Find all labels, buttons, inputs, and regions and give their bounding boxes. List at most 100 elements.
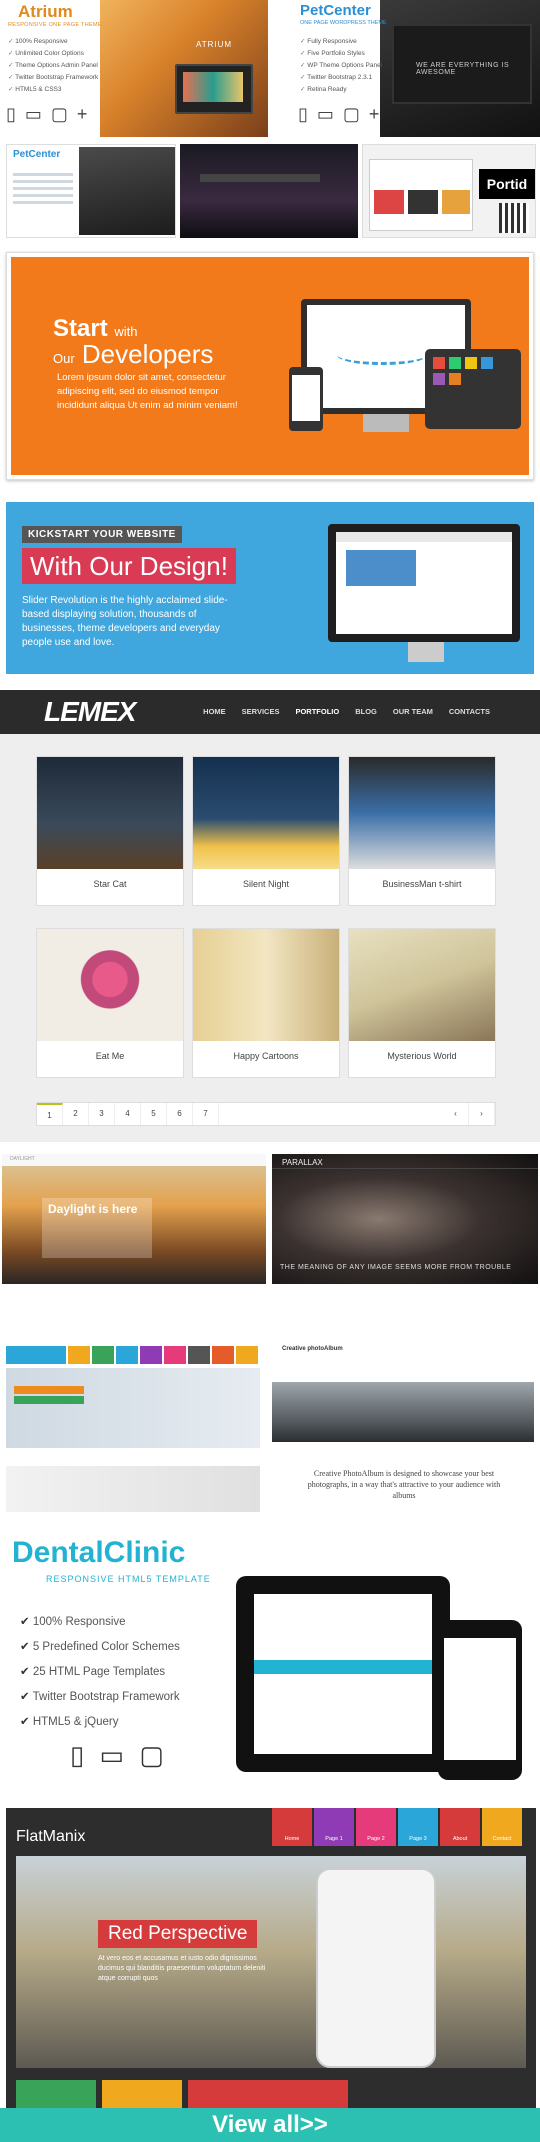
dental-subtitle: RESPONSIVE HTML5 TEMPLATE: [46, 1574, 211, 1584]
page-5[interactable]: 5: [141, 1103, 167, 1125]
page-7[interactable]: 7: [193, 1103, 219, 1125]
daylight-theme-card[interactable]: DAYLIGHT Daylight is here: [2, 1154, 266, 1284]
nav-item-portfolio[interactable]: PORTFOLIO: [295, 707, 339, 716]
portid-theme-card[interactable]: Portid: [362, 144, 536, 238]
portfolio-caption: BusinessMan t-shirt: [382, 879, 462, 889]
fashion-theme-card[interactable]: [6, 1334, 260, 1516]
menu-tile-home[interactable]: Home: [272, 1808, 312, 1846]
nav-item-services[interactable]: SERVICES: [242, 707, 280, 716]
fashion-hero-shoe: [6, 1368, 260, 1448]
portfolio-tile[interactable]: BusinessMan t-shirt: [348, 756, 496, 906]
lemex-portfolio-preview: LEMEX HOME SERVICES PORTFOLIO BLOG OUR T…: [0, 690, 540, 1142]
flatmanix-text: At vero eos et accusamus et iusto odio d…: [98, 1955, 266, 1982]
kickstart-text: Slider Revolution is the highly acclaime…: [22, 595, 228, 648]
businessman-image: [349, 757, 495, 869]
portid-logo: Portid: [479, 169, 535, 199]
menu-tile-contact[interactable]: Contact: [482, 1808, 522, 1846]
silent-night-image: [193, 757, 339, 869]
monitor-icon: [175, 64, 253, 114]
feature-item: 25 HTML Page Templates: [20, 1660, 180, 1685]
dental-title: DentalClinic: [12, 1536, 186, 1569]
lemex-nav: HOME SERVICES PORTFOLIO BLOG OUR TEAM CO…: [203, 707, 490, 716]
photoalbum-theme-card[interactable]: Creative photoAlbum Creative PhotoAlbum …: [272, 1334, 534, 1516]
dentalclinic-theme-card[interactable]: DentalClinic RESPONSIVE HTML5 TEMPLATE 1…: [0, 1530, 540, 1800]
portfolio-tile[interactable]: Eat Me: [36, 928, 184, 1078]
parallax-text: THE MEANING OF ANY IMAGE SEEMS MORE FROM…: [280, 1264, 512, 1271]
heading-start: Start: [53, 315, 108, 342]
photoalbum-wave-image: [272, 1382, 534, 1442]
placeholder-lines: [13, 169, 73, 208]
eat-me-image: [37, 929, 183, 1041]
portfolio-tile[interactable]: Happy Cartoons: [192, 928, 340, 1078]
portid-preview: [369, 159, 473, 231]
banner-heading-line2: Our Developers: [53, 339, 213, 370]
petcenter-small-title: PetCenter: [13, 149, 61, 160]
nav-item-our-team[interactable]: OUR TEAM: [393, 707, 433, 716]
nav-item-home[interactable]: HOME: [203, 707, 226, 716]
atrium-theme-card[interactable]: Atrium RESPONSIVE ONE PAGE THEME 100% Re…: [0, 0, 268, 137]
monitor-stand: [408, 642, 444, 662]
menu-tile-about[interactable]: About: [440, 1808, 480, 1846]
dental-feature-list: 100% Responsive 5 Predefined Color Schem…: [20, 1610, 180, 1735]
page-1[interactable]: 1: [37, 1103, 63, 1125]
portfolio-caption: Star Cat: [93, 879, 127, 889]
menu-tile-page3[interactable]: Page 3: [398, 1808, 438, 1846]
device-icons: ▯ ▭ ▢: [70, 1740, 168, 1770]
prev-page-icon[interactable]: ‹: [443, 1103, 469, 1125]
petcenter-screen-text: WE ARE EVERYTHING IS AWESOME: [416, 62, 510, 76]
tablet-mockup: [425, 349, 521, 429]
feature-item: Theme Options Admin Panel: [8, 60, 98, 72]
page-6[interactable]: 6: [167, 1103, 193, 1125]
kickstart-banner[interactable]: KICKSTART YOUR WEBSITE With Our Design! …: [6, 502, 534, 674]
portfolio-caption: Eat Me: [95, 1051, 125, 1061]
phone-mockup: [438, 1620, 522, 1780]
nav-item-blog[interactable]: BLOG: [355, 707, 377, 716]
portfolio-tile[interactable]: Mysterious World: [348, 928, 496, 1078]
photoalbum-text: Creative PhotoAlbum is designed to showc…: [307, 1469, 501, 1500]
page-2[interactable]: 2: [63, 1103, 89, 1125]
petcenter-subtitle: ONE PAGE WORDPRESS THEME: [300, 20, 387, 26]
heading-our: Our: [53, 351, 75, 366]
flatmanix-theme-card[interactable]: FlatManix Home Page 1 Page 2 Page 3 Abou…: [6, 1808, 536, 2108]
next-page-icon[interactable]: ›: [469, 1103, 495, 1125]
start-with-developers-banner[interactable]: Start with Our Developers Lorem ipsum do…: [6, 252, 534, 480]
feature-item: Twitter Bootstrap Framework: [8, 72, 98, 84]
page-3[interactable]: 3: [89, 1103, 115, 1125]
feature-item: HTML5 & CSS3: [8, 84, 98, 96]
menu-tile-page1[interactable]: Page 1: [314, 1808, 354, 1846]
daylight-topbar: [2, 1154, 266, 1166]
portfolio-caption: Mysterious World: [387, 1051, 457, 1061]
page-4[interactable]: 4: [115, 1103, 141, 1125]
feature-item: Twitter Bootstrap Framework: [20, 1685, 180, 1710]
feature-item: 5 Predefined Color Schemes: [20, 1635, 180, 1660]
portfolio-caption: Silent Night: [242, 879, 290, 889]
dark-theme-card[interactable]: [180, 144, 358, 238]
nav-item-contacts[interactable]: CONTACTS: [449, 707, 490, 716]
feature-item: 100% Responsive: [20, 1610, 180, 1635]
lemex-logo[interactable]: LEMEX: [44, 696, 136, 728]
feature-item: HTML5 & jQuery: [20, 1710, 180, 1735]
menu-tile-page2[interactable]: Page 2: [356, 1808, 396, 1846]
feature-item: Fully Responsive: [300, 36, 382, 48]
portfolio-tile[interactable]: Star Cat: [36, 756, 184, 906]
petcenter-title: PetCenter: [300, 2, 371, 19]
feature-item: Retina Ready: [300, 84, 382, 96]
parallax-theme-card[interactable]: PARALLAX THE MEANING OF ANY IMAGE SEEMS …: [272, 1154, 538, 1284]
parallax-label: PARALLAX: [282, 1158, 323, 1167]
imac-stand: [363, 414, 409, 432]
petcenter-screen: WE ARE EVERYTHING IS AWESOME: [392, 24, 532, 104]
photoalbum-title: Creative photoAlbum: [282, 1346, 343, 1352]
petcenter-theme-card[interactable]: PetCenter ONE PAGE WORDPRESS THEME Fully…: [272, 0, 540, 137]
view-all-button[interactable]: View all>>: [0, 2108, 540, 2142]
flatmanix-headline: Red Perspective: [98, 1920, 258, 1948]
happy-cartoons-image: [193, 929, 339, 1041]
daylight-title: Daylight is here: [48, 1202, 138, 1216]
banner-text: Lorem ipsum dolor sit amet, consectetur …: [57, 372, 238, 411]
mysterious-world-image: [349, 929, 495, 1041]
petcenter-small-card[interactable]: PetCenter: [6, 144, 176, 238]
kickstart-headline: With Our Design!: [22, 548, 236, 584]
feature-item: 100% Responsive: [8, 36, 98, 48]
kickstart-badge: KICKSTART YOUR WEBSITE: [22, 526, 182, 543]
feature-item: Unlimited Color Options: [8, 48, 98, 60]
portfolio-tile[interactable]: Silent Night: [192, 756, 340, 906]
